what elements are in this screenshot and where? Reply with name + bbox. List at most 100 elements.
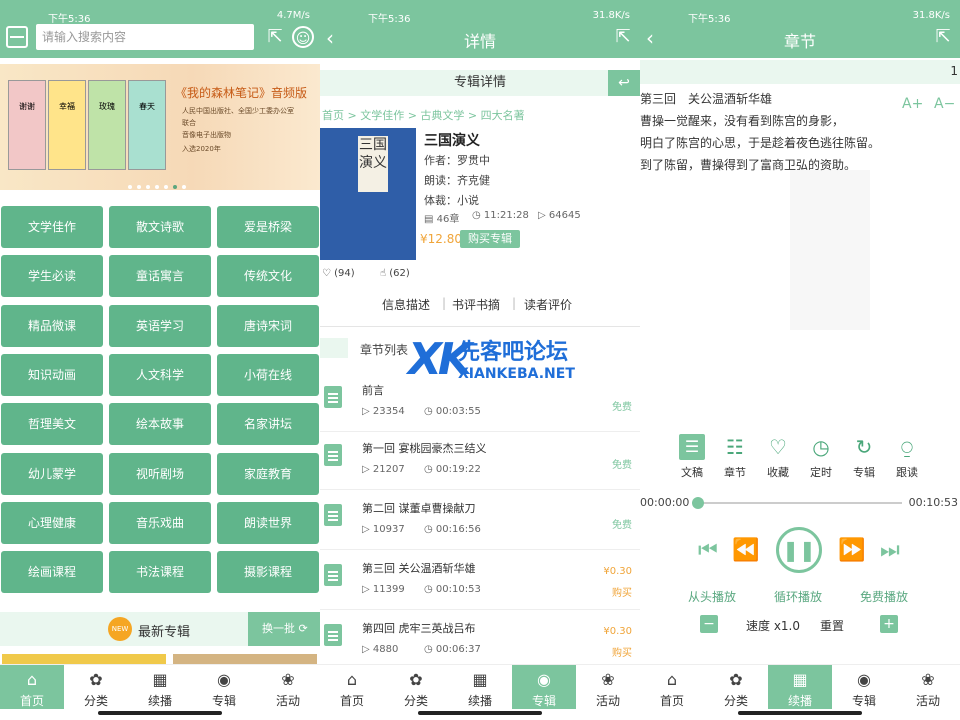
share-back-icon[interactable]: ↩ [608, 70, 640, 96]
album-thumb[interactable] [173, 654, 317, 664]
tab-continue[interactable]: ▦ 续播 [768, 665, 832, 709]
tab-category[interactable]: ✿ 分类 [704, 665, 768, 709]
banner-dot-active[interactable] [173, 185, 177, 189]
search-input[interactable]: 请输入搜索内容 [36, 24, 254, 50]
play-from-start-button[interactable]: 从头播放 [688, 588, 736, 605]
tab-category[interactable]: ✿ 分类 [384, 665, 448, 709]
category-tile[interactable]: 家庭教育 [217, 452, 319, 495]
tab-ratings[interactable]: 读者评价 [524, 296, 572, 313]
tab-album[interactable]: ◉ 专辑 [192, 665, 256, 709]
buy-album-button[interactable]: 购买专辑 [460, 230, 520, 248]
tab-category[interactable]: ✿ 分类 [64, 665, 128, 709]
font-increase-button[interactable]: A+ [902, 96, 923, 112]
chapter-action[interactable]: 免费 [612, 456, 632, 471]
breadcrumb[interactable]: 首页 > 文学佳作 > 古典文学 > 四大名著 [322, 107, 525, 123]
thumbs-up-icon[interactable]: ☝ [380, 268, 386, 279]
share-icon[interactable]: ⇱ [612, 26, 634, 48]
font-decrease-button[interactable]: A− [934, 96, 955, 112]
heart-icon[interactable]: ♡ [322, 268, 331, 279]
pause-button[interactable]: ❚❚ [776, 527, 822, 573]
tab-activity[interactable]: ❀ 活动 [256, 665, 320, 709]
tab-info[interactable]: 信息描述 [382, 296, 430, 313]
progress-track[interactable] [698, 502, 902, 504]
category-tile[interactable]: 人文科学 [109, 353, 211, 396]
follow-read-button[interactable]: ⍜ 跟读 [885, 434, 929, 480]
category-tile[interactable]: 精品微课 [1, 304, 103, 347]
tab-reviews[interactable]: 书评书摘 [452, 296, 500, 313]
banner-title: 《我的森林笔记》音频版 [175, 86, 308, 100]
category-tile[interactable]: 文学佳作 [1, 206, 103, 248]
tab-home[interactable]: ⌂ 首页 [320, 665, 384, 709]
chapter-row[interactable]: 第四回 虎牢三英战吕布 ▷ 4880 ◷ 00:06:37 ¥0.30 购买 [320, 610, 640, 670]
speed-reset-button[interactable]: 重置 [820, 617, 844, 634]
chapter-row[interactable]: 第三回 关公温酒斩华雄 ▷ 11399 ◷ 00:10:53 ¥0.30 购买 [320, 550, 640, 610]
tab-activity[interactable]: ❀ 活动 [896, 665, 960, 709]
category-tile[interactable]: 唐诗宋词 [217, 304, 319, 347]
refresh-button[interactable]: 换一批 ⟳ [248, 612, 320, 646]
speed-decrease-button[interactable]: − [700, 615, 718, 633]
chapter-action[interactable]: 免费 [612, 516, 632, 531]
category-tile[interactable]: 知识动画 [1, 353, 103, 396]
back-icon[interactable]: ‹ [646, 26, 654, 50]
favorite-button[interactable]: ♡ 收藏 [756, 434, 800, 480]
category-tile[interactable]: 摄影课程 [217, 551, 319, 594]
loop-play-button[interactable]: 循环播放 [774, 588, 822, 605]
category-tile[interactable]: 朗读世界 [217, 501, 319, 544]
home-icon: ⌂ [26, 670, 38, 689]
timer-button[interactable]: ◷ 定时 [799, 434, 843, 480]
tab-home[interactable]: ⌂ 首页 [640, 665, 704, 709]
category-tile[interactable]: 爱是桥梁 [217, 206, 319, 248]
category-tile[interactable]: 英语学习 [109, 304, 211, 347]
chapters-button[interactable]: ☷ 章节 [713, 434, 757, 480]
banner-dot[interactable] [164, 185, 168, 189]
back-icon[interactable]: ‹ [326, 26, 334, 50]
category-tile[interactable]: 绘本故事 [109, 403, 211, 446]
chapter-action[interactable]: 购买 [612, 584, 632, 599]
banner[interactable]: 谢谢 幸福 玫瑰 春天 《我的森林笔记》音频版 人民中国出版社、全国少工委办公室… [0, 64, 320, 190]
chapter-action[interactable]: 免费 [612, 398, 632, 413]
tab-album[interactable]: ◉ 专辑 [832, 665, 896, 709]
share-icon[interactable]: ⇱ [932, 26, 954, 48]
category-tile[interactable]: 名家讲坛 [217, 403, 319, 446]
chapter-row[interactable]: 第一回 宴桃园豪杰三结义 ▷ 21207 ◷ 00:19:22 免费 [320, 430, 640, 490]
category-tile[interactable]: 小荷在线 [217, 353, 319, 396]
category-tile[interactable]: 童话寓言 [109, 255, 211, 298]
album-button[interactable]: ↻ 专辑 [842, 434, 886, 480]
banner-dot[interactable] [182, 185, 186, 189]
speed-increase-button[interactable]: + [880, 615, 898, 633]
banner-dot[interactable] [137, 185, 141, 189]
category-tile[interactable]: 音乐戏曲 [109, 501, 211, 544]
skip-last-icon[interactable]: ⏭ [880, 538, 900, 563]
banner-dot[interactable] [128, 185, 132, 189]
category-tile[interactable]: 传统文化 [217, 255, 319, 298]
category-tile[interactable]: 学生必读 [1, 255, 103, 298]
share-icon[interactable]: ⇱ [264, 26, 286, 48]
user-icon[interactable]: ☺ [292, 26, 314, 48]
skip-first-icon[interactable]: ⏮ [698, 538, 718, 563]
transcript-button[interactable]: ☰ 文稿 [670, 434, 714, 480]
scan-icon[interactable] [6, 26, 28, 48]
category-tile[interactable]: 散文诗歌 [109, 206, 211, 248]
rewind-icon[interactable]: ⏪ [732, 538, 759, 563]
album-thumb[interactable] [2, 654, 166, 664]
banner-dot[interactable] [155, 185, 159, 189]
chapter-row[interactable]: 第二回 谋董卓曹操献刀 ▷ 10937 ◷ 00:16:56 免费 [320, 490, 640, 550]
cover-watermark [790, 170, 870, 330]
tab-home[interactable]: ⌂ 首页 [0, 665, 64, 709]
free-play-button[interactable]: 免费播放 [860, 588, 908, 605]
tab-continue[interactable]: ▦ 续播 [128, 665, 192, 709]
category-tile[interactable]: 视听剧场 [109, 452, 211, 495]
banner-dot[interactable] [146, 185, 150, 189]
category-tile[interactable]: 哲理美文 [1, 403, 103, 446]
tab-continue[interactable]: ▦ 续播 [448, 665, 512, 709]
category-tile[interactable]: 心理健康 [1, 501, 103, 544]
tab-activity[interactable]: ❀ 活动 [576, 665, 640, 709]
chapter-action[interactable]: 购买 [612, 644, 632, 659]
tab-album[interactable]: ◉ 专辑 [512, 665, 576, 709]
category-tile[interactable]: 书法课程 [109, 551, 211, 594]
category-tile[interactable]: 绘画课程 [1, 551, 103, 594]
progress-knob[interactable] [692, 497, 704, 509]
category-tile[interactable]: 幼儿蒙学 [1, 452, 103, 495]
forward-icon[interactable]: ⏩ [838, 538, 865, 563]
chapter-price: ¥0.30 [603, 566, 632, 577]
